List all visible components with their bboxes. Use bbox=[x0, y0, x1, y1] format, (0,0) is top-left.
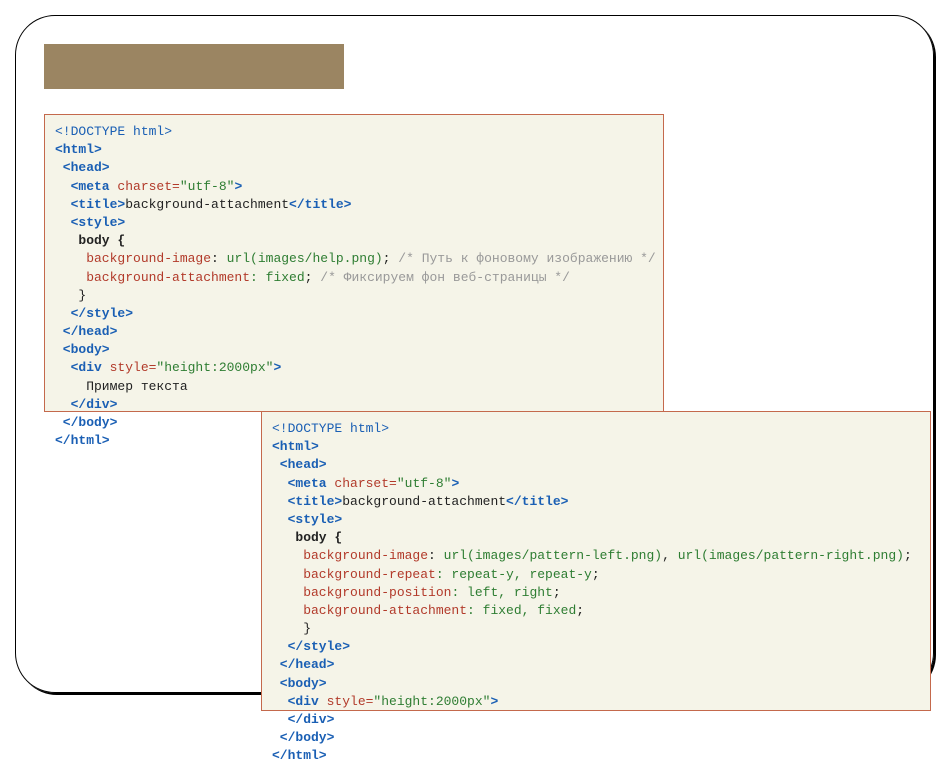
cl: > bbox=[234, 179, 242, 194]
cl: <body> bbox=[55, 342, 110, 357]
cl: body { bbox=[272, 530, 342, 545]
cl: background-position bbox=[272, 585, 451, 600]
cl: </title> bbox=[506, 494, 568, 509]
cl: </style> bbox=[55, 306, 133, 321]
cl: "utf-8" bbox=[180, 179, 235, 194]
cl: <title> bbox=[272, 494, 342, 509]
cl: > bbox=[451, 476, 459, 491]
cl: "height:2000px" bbox=[373, 694, 490, 709]
slide-frame: <!DOCTYPE html> <html> <head> <meta char… bbox=[15, 15, 934, 693]
cl: } bbox=[272, 621, 311, 636]
cl: background-repeat bbox=[272, 567, 436, 582]
cl: /* Фиксируем фон веб-страницы */ bbox=[312, 270, 569, 285]
cl: charset= bbox=[117, 179, 179, 194]
cl: </html> bbox=[272, 748, 327, 763]
cl: , bbox=[662, 548, 678, 563]
cl: /* Путь к фоновому изображению */ bbox=[390, 251, 655, 266]
cl: style= bbox=[110, 360, 157, 375]
cl: > bbox=[273, 360, 281, 375]
code-example-1: <!DOCTYPE html> <html> <head> <meta char… bbox=[44, 114, 664, 412]
cl: (images/help.png) bbox=[250, 251, 383, 266]
cl: ; bbox=[576, 603, 584, 618]
code-line: <!DOCTYPE html> bbox=[55, 124, 172, 139]
cl: : repeat-y, repeat-y bbox=[436, 567, 592, 582]
cl: url bbox=[227, 251, 250, 266]
cl: </div> bbox=[272, 712, 334, 727]
cl: <div bbox=[55, 360, 110, 375]
cl: </style> bbox=[272, 639, 350, 654]
cl: </head> bbox=[272, 657, 334, 672]
cl: <!DOCTYPE html> bbox=[272, 421, 389, 436]
code-example-2: <!DOCTYPE html> <html> <head> <meta char… bbox=[261, 411, 931, 711]
cl: </head> bbox=[55, 324, 117, 339]
cl: : left, right bbox=[451, 585, 552, 600]
cl: background-attachment bbox=[125, 197, 289, 212]
cl: "height:2000px" bbox=[156, 360, 273, 375]
cl: body { bbox=[55, 233, 125, 248]
code-line: <head> bbox=[55, 160, 110, 175]
cl: <div bbox=[272, 694, 327, 709]
cl: background-attachment bbox=[342, 494, 506, 509]
cl: url bbox=[678, 548, 701, 563]
cl: : fixed, fixed bbox=[467, 603, 576, 618]
cl: "utf-8" bbox=[397, 476, 452, 491]
cl: background-image bbox=[272, 548, 428, 563]
cl: background-image bbox=[55, 251, 211, 266]
cl: <meta bbox=[55, 179, 117, 194]
cl: style= bbox=[327, 694, 374, 709]
cl: <head> bbox=[272, 457, 327, 472]
title-bar bbox=[44, 44, 344, 89]
cl: <title> bbox=[55, 197, 125, 212]
cl: background-attachment bbox=[272, 603, 467, 618]
cl: (images/pattern-left.png) bbox=[467, 548, 662, 563]
cl: ; bbox=[553, 585, 561, 600]
cl: <style> bbox=[272, 512, 342, 527]
cl: </title> bbox=[289, 197, 351, 212]
cl: </body> bbox=[272, 730, 334, 745]
cl: <style> bbox=[55, 215, 125, 230]
cl: : bbox=[428, 548, 444, 563]
code-line: <html> bbox=[55, 142, 102, 157]
cl: </html> bbox=[55, 433, 110, 448]
cl: <meta bbox=[272, 476, 334, 491]
cl: ; bbox=[592, 567, 600, 582]
cl: </div> bbox=[55, 397, 117, 412]
cl: <html> bbox=[272, 439, 319, 454]
cl: url bbox=[444, 548, 467, 563]
cl: Пример текста bbox=[55, 379, 188, 394]
cl: : bbox=[211, 251, 227, 266]
cl: charset= bbox=[334, 476, 396, 491]
cl: <body> bbox=[272, 676, 327, 691]
cl: : fixed bbox=[250, 270, 305, 285]
cl: </body> bbox=[55, 415, 117, 430]
cl: (images/pattern-right.png) bbox=[701, 548, 904, 563]
cl: } bbox=[55, 288, 86, 303]
cl: > bbox=[490, 694, 498, 709]
cl: ; bbox=[904, 548, 912, 563]
cl: background-attachment bbox=[55, 270, 250, 285]
